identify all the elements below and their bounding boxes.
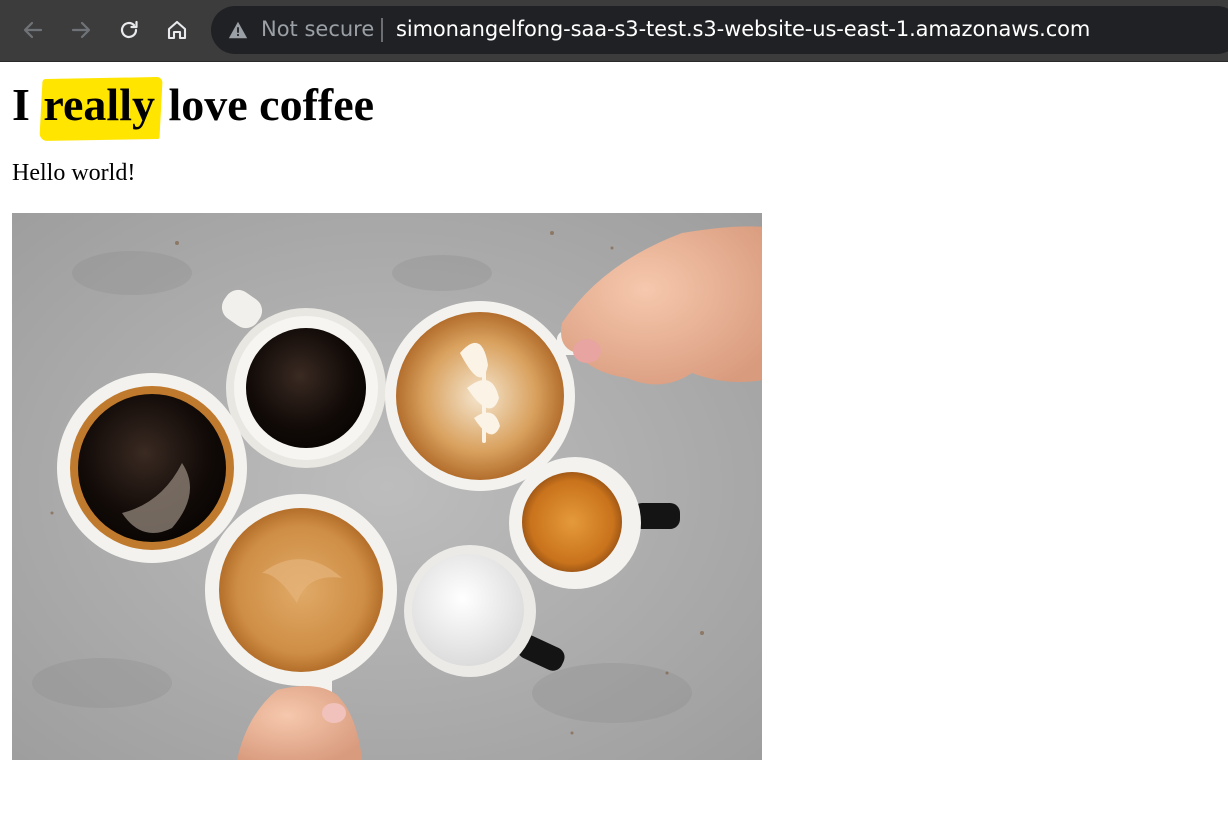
reload-icon xyxy=(120,20,138,39)
home-icon xyxy=(167,20,187,40)
security-status[interactable]: Not secure xyxy=(261,17,374,41)
address-bar[interactable]: Not secure simonangelfong-saa-s3-test.s3… xyxy=(211,6,1228,54)
forward-arrow-icon xyxy=(71,21,91,39)
browser-toolbar: Not secure simonangelfong-saa-s3-test.s3… xyxy=(0,0,1228,62)
url-text[interactable]: simonangelfong-saa-s3-test.s3-website-us… xyxy=(396,17,1090,41)
page-heading: I really love coffee xyxy=(12,78,374,132)
reload-button[interactable] xyxy=(112,13,146,47)
back-arrow-icon xyxy=(23,21,43,39)
heading-suffix: love coffee xyxy=(156,79,375,130)
heading-prefix: I xyxy=(12,79,42,130)
omnibox-divider xyxy=(381,18,383,42)
forward-button[interactable] xyxy=(64,13,98,47)
warning-icon[interactable] xyxy=(227,19,249,41)
highlighted-word: really xyxy=(43,79,155,130)
back-button[interactable] xyxy=(16,13,50,47)
coffee-cups-illustration xyxy=(12,213,762,760)
coffee-cups-photo xyxy=(12,213,762,760)
hello-paragraph: Hello world! xyxy=(12,160,136,186)
home-button[interactable] xyxy=(160,13,194,47)
